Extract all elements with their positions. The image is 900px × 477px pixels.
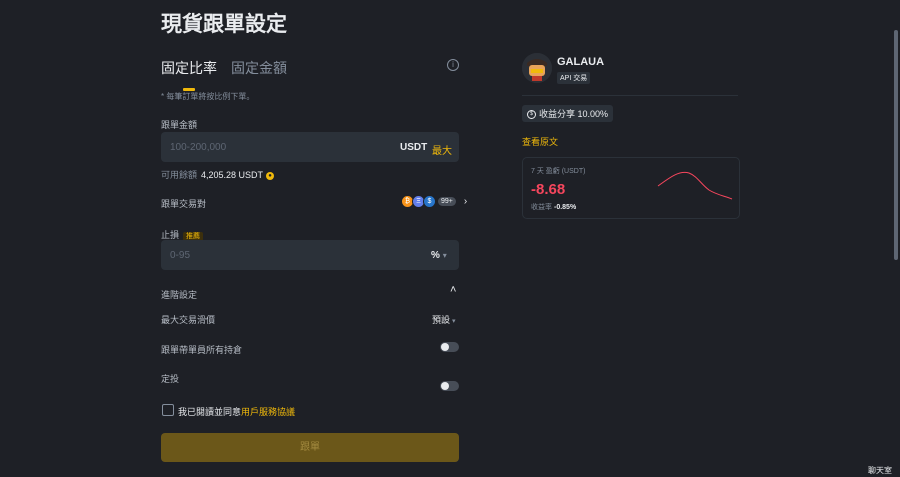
- caret-down-icon: ▾: [452, 318, 456, 325]
- profit-share-text: 收益分享 10.00%: [539, 109, 609, 119]
- coin-icon: ●: [266, 171, 275, 180]
- pnl-period-label: 7 天 盈虧 (USDT): [531, 168, 586, 175]
- pairs-label: 跟單交易對: [161, 199, 207, 209]
- stoploss-unit-select[interactable]: % ▾: [431, 250, 447, 261]
- caret-down-icon: ▾: [442, 251, 447, 260]
- slippage-select[interactable]: 預設 ▾: [432, 313, 456, 326]
- stoploss-input[interactable]: 0-95 % ▾: [161, 240, 459, 270]
- trader-name[interactable]: GALAUA: [557, 56, 604, 68]
- pnl-sparkline: [657, 171, 733, 200]
- view-post-link[interactable]: 查看原文: [522, 135, 558, 148]
- page-title: 現貨跟單設定: [161, 13, 287, 36]
- available-label: 可用餘額: [161, 170, 198, 180]
- roi-label: 收益率: [531, 204, 552, 211]
- amount-input[interactable]: 100-200,000 USDT 最大: [161, 132, 459, 162]
- agree-prefix: 我已閱讀並同意: [178, 407, 242, 417]
- advanced-label: 進階設定: [161, 290, 198, 300]
- divider: [522, 95, 738, 96]
- dca-label: 定投: [161, 374, 180, 384]
- max-button[interactable]: 最大: [432, 142, 452, 157]
- stoploss-placeholder: 0-95: [170, 250, 191, 261]
- agree-text: 我已閱讀並同意用戶服務協議: [178, 405, 295, 418]
- stats-card: 7 天 盈虧 (USDT) -8.68 收益率 -0.85%: [522, 157, 740, 219]
- terms-link[interactable]: 用戶服務協議: [241, 407, 295, 417]
- tab-fixed-amount[interactable]: 固定金額: [231, 58, 287, 84]
- dca-toggle[interactable]: [440, 381, 459, 391]
- roi-value: -0.85%: [554, 204, 577, 211]
- chevron-right-icon: ›: [463, 196, 468, 207]
- info-icon[interactable]: i: [447, 59, 459, 71]
- usdc-icon: $: [423, 195, 436, 208]
- copy-trade-button[interactable]: 跟單: [161, 433, 459, 462]
- copy-all-toggle[interactable]: [440, 342, 459, 352]
- amount-unit: USDT: [400, 142, 428, 153]
- available-value: 4,205.28 USDT: [201, 170, 264, 180]
- pnl-value: -8.68: [531, 181, 566, 198]
- pairs-selector[interactable]: ₿ Ξ $ 99+ ›: [401, 195, 467, 208]
- avatar-image: [522, 53, 552, 83]
- copy-all-label: 跟單帶單員所有持倉: [161, 345, 243, 355]
- chevron-up-icon[interactable]: ˄: [450, 284, 456, 296]
- slippage-label: 最大交易滑價: [161, 315, 216, 325]
- amount-placeholder: 100-200,000: [170, 142, 227, 153]
- stoploss-label: 止損: [161, 230, 180, 240]
- amount-label: 跟單金額: [161, 120, 198, 130]
- agree-checkbox[interactable]: [162, 404, 174, 416]
- mode-tabs: 固定比率 固定金額: [161, 58, 287, 84]
- tab-fixed-ratio[interactable]: 固定比率: [161, 58, 217, 84]
- chat-button[interactable]: 聊天室: [868, 465, 892, 476]
- api-badge: API 交易: [557, 72, 591, 84]
- pairs-count-badge: 99+: [438, 197, 456, 206]
- profit-share-badge: $ 收益分享 10.00%: [522, 105, 614, 122]
- ratio-note: * 每筆訂單將按比例下單。: [161, 92, 255, 101]
- dollar-icon: $: [527, 110, 536, 120]
- stoploss-unit: %: [431, 250, 440, 261]
- available-balance: 可用餘額 4,205.28 USDT ●: [161, 168, 275, 181]
- scrollbar[interactable]: [894, 30, 898, 260]
- slippage-value: 預設: [432, 315, 451, 325]
- avatar[interactable]: [522, 53, 552, 83]
- roi-row: 收益率 -0.85%: [531, 202, 576, 212]
